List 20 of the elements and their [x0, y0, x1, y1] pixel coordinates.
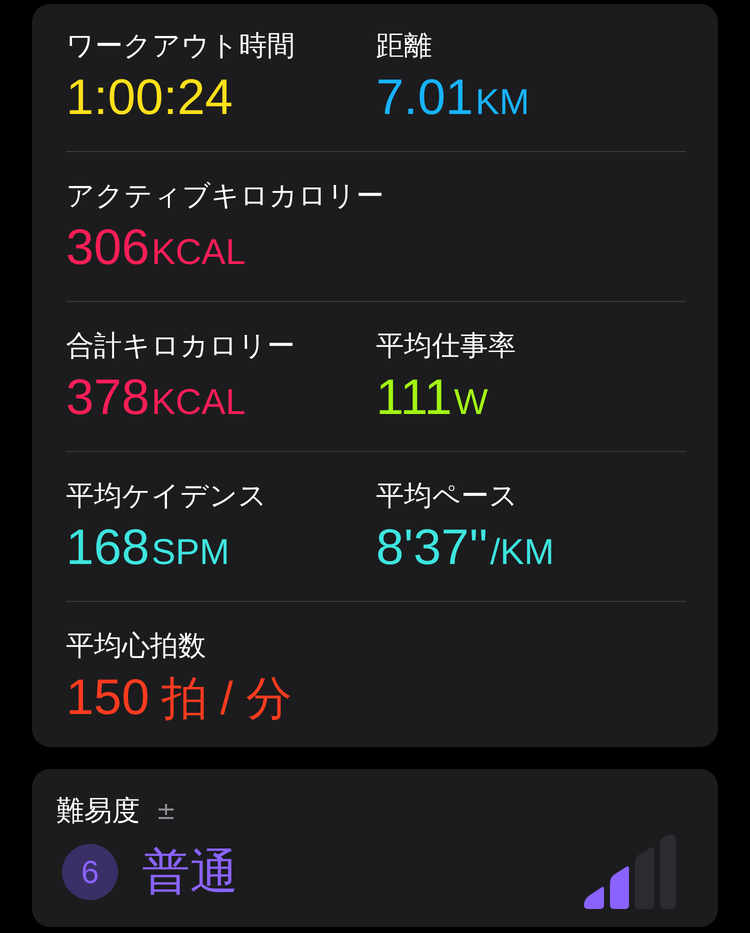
metric-label: ワークアウト時間 — [66, 28, 295, 64]
metric-label: 平均心拍数 — [66, 628, 206, 664]
metric-value: 111W — [376, 368, 488, 427]
effort-label: 難易度 — [56, 793, 140, 829]
metric-value: 378KCAL — [66, 368, 246, 427]
metric-label: アクティブキロカロリー — [66, 178, 384, 214]
metric-label: 平均仕事率 — [376, 328, 516, 364]
metric-value: 150 拍 / 分 — [66, 668, 292, 727]
metric-label: 合計キロカロリー — [66, 328, 295, 364]
metric-value: 7.01KM — [376, 68, 530, 127]
metric-value: 1:00:24 — [66, 68, 233, 127]
effort-rating: 普通 — [142, 843, 238, 902]
metric-value: 8'37''/KM — [376, 518, 554, 577]
metric-value: 306KCAL — [66, 218, 246, 277]
metric-label: 平均ケイデンス — [66, 478, 267, 514]
metric-value: 168SPM — [66, 518, 230, 577]
score-badge: 6 — [62, 844, 118, 900]
adjust-button[interactable]: ± — [156, 797, 176, 825]
metric-label: 平均ペース — [376, 478, 518, 514]
metric-label: 距離 — [376, 28, 432, 64]
